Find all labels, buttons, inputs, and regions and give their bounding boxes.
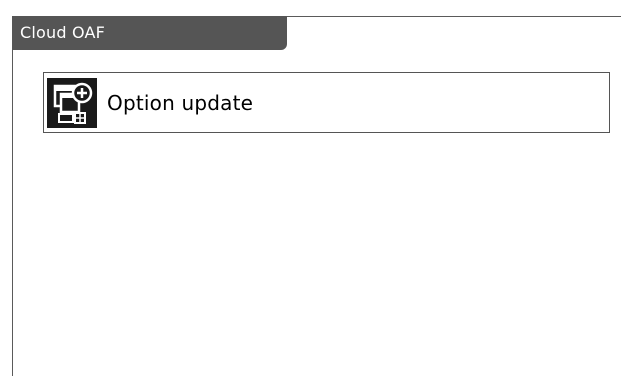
option-update-button[interactable]: Option update [43, 72, 610, 133]
option-update-icon [47, 77, 97, 128]
option-update-label: Option update [107, 90, 254, 115]
screen-title: Cloud OAF [12, 16, 287, 50]
cloud-oaf-screen: Cloud OAF Option update [0, 0, 621, 376]
frame-left-border [12, 16, 13, 376]
